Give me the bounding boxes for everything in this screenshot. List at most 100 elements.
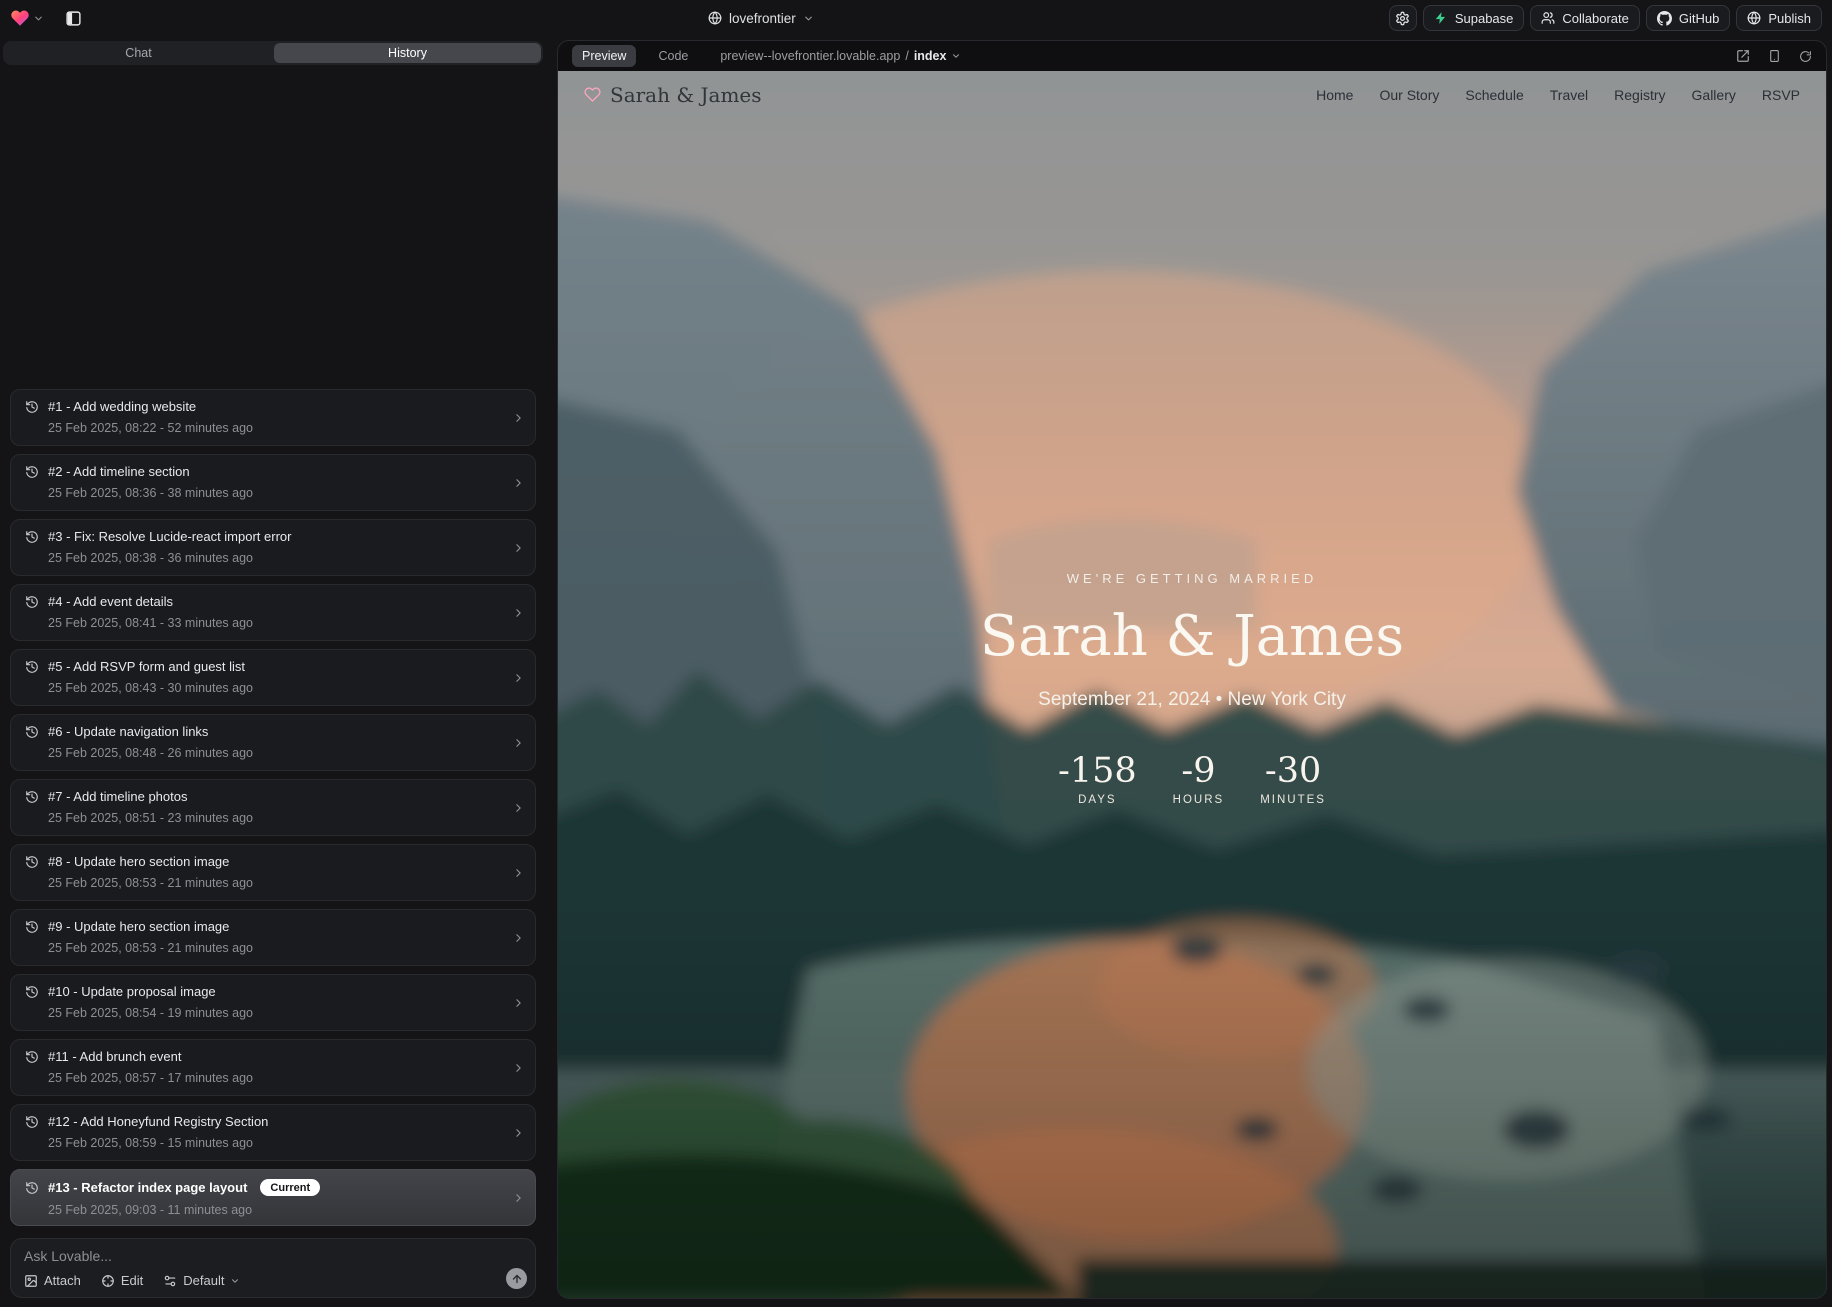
hero-eyebrow: WE'RE GETTING MARRIED [558,571,1826,586]
sidebar-toggle-button[interactable] [60,5,86,31]
chevron-right-icon [512,931,525,944]
history-item-timestamp: 25 Feb 2025, 08:41 - 33 minutes ago [48,616,505,630]
history-item-title: #9 - Update hero section image [48,919,229,934]
countdown-item: -30 MINUTES [1260,751,1326,806]
tab-preview[interactable]: Preview [572,45,636,67]
refresh-button[interactable] [1799,50,1812,63]
site-brand[interactable]: Sarah & James [584,83,762,107]
ask-input[interactable]: Ask Lovable... [24,1248,523,1264]
history-item[interactable]: #4 - Add event details 25 Feb 2025, 08:4… [10,584,536,641]
countdown: -158 DAYS -9 HOURS -30 MINUTES [558,751,1826,806]
history-item[interactable]: #11 - Add brunch event 25 Feb 2025, 08:5… [10,1039,536,1096]
countdown-item: -9 HOURS [1173,751,1225,806]
history-item[interactable]: #7 - Add timeline photos 25 Feb 2025, 08… [10,779,536,836]
history-item[interactable]: #13 - Refactor index page layout Current… [10,1169,536,1226]
history-icon [25,790,39,804]
tab-code[interactable]: Code [648,45,698,67]
edit-button[interactable]: Edit [101,1273,143,1288]
history-item-title: #4 - Add event details [48,594,173,609]
nav-link-registry[interactable]: Registry [1614,87,1665,103]
history-item[interactable]: #3 - Fix: Resolve Lucide-react import er… [10,519,536,576]
history-icon [25,530,39,544]
panel-left-icon [65,10,82,27]
chevron-right-icon [512,411,525,424]
topbar-actions: Supabase Collaborate GitHub Publish [1389,5,1822,31]
history-item[interactable]: #9 - Update hero section image 25 Feb 20… [10,909,536,966]
history-item[interactable]: #1 - Add wedding website 25 Feb 2025, 08… [10,389,536,446]
nav-link-our-story[interactable]: Our Story [1379,87,1439,103]
countdown-label: MINUTES [1260,794,1326,806]
nav-link-gallery[interactable]: Gallery [1692,87,1736,103]
wedding-site-preview: Sarah & James Home Our Story Schedule Trave… [558,71,1826,1298]
history-icon [25,1181,39,1195]
lovable-heart-icon [10,8,30,28]
history-item-timestamp: 25 Feb 2025, 08:22 - 52 minutes ago [48,421,505,435]
logo-menu-chevron-icon[interactable] [33,13,44,24]
collaborate-button[interactable]: Collaborate [1530,5,1640,31]
history-icon [25,660,39,674]
history-item-timestamp: 25 Feb 2025, 08:53 - 21 minutes ago [48,941,505,955]
nav-link-schedule[interactable]: Schedule [1465,87,1523,103]
tab-chat[interactable]: Chat [5,43,272,63]
open-in-new-tab-button[interactable] [1736,49,1750,63]
sliders-icon [163,1274,177,1288]
edit-label: Edit [121,1273,143,1288]
chevron-right-icon [512,671,525,684]
supabase-button[interactable]: Supabase [1423,5,1525,31]
history-item[interactable]: #8 - Update hero section image 25 Feb 20… [10,844,536,901]
project-switcher[interactable]: lovefrontier [708,0,814,36]
nav-link-travel[interactable]: Travel [1550,87,1588,103]
hero-date-location: September 21, 2024 • New York City [558,689,1826,711]
chevron-right-icon [512,1191,525,1204]
mode-select[interactable]: Default [163,1273,240,1288]
lovable-logo[interactable] [10,8,44,28]
history-item-title: #2 - Add timeline section [48,464,190,479]
history-list: #1 - Add wedding website 25 Feb 2025, 08… [10,389,536,1226]
chevron-right-icon [512,801,525,814]
site-nav: Home Our Story Schedule Travel Registry Galle… [1316,87,1800,103]
current-badge: Current [260,1179,320,1196]
chat-history-tabs: Chat History [3,41,543,65]
countdown-value: -158 [1058,751,1137,791]
tab-history[interactable]: History [274,43,541,63]
publish-button[interactable]: Publish [1736,5,1822,31]
github-button[interactable]: GitHub [1646,5,1730,31]
mobile-view-button[interactable] [1768,49,1781,63]
project-name: lovefrontier [729,11,796,26]
history-item[interactable]: #5 - Add RSVP form and guest list 25 Feb… [10,649,536,706]
history-item-timestamp: 25 Feb 2025, 08:36 - 38 minutes ago [48,486,505,500]
site-header: Sarah & James Home Our Story Schedule Trave… [558,71,1826,118]
chevron-down-icon [951,51,961,61]
history-item[interactable]: #6 - Update navigation links 25 Feb 2025… [10,714,536,771]
users-icon [1541,11,1555,25]
preview-url-host: preview--lovefrontier.lovable.app [720,49,900,63]
history-item-title: #5 - Add RSVP form and guest list [48,659,245,674]
history-item-timestamp: 25 Feb 2025, 08:51 - 23 minutes ago [48,811,505,825]
history-item-timestamp: 25 Feb 2025, 08:57 - 17 minutes ago [48,1071,505,1085]
nav-link-home[interactable]: Home [1316,87,1353,103]
history-item[interactable]: #12 - Add Honeyfund Registry Section 25 … [10,1104,536,1161]
chevron-right-icon [512,476,525,489]
preview-url[interactable]: preview--lovefrontier.lovable.app / inde… [720,49,961,63]
history-item-timestamp: 25 Feb 2025, 08:59 - 15 minutes ago [48,1136,505,1150]
history-item-title: #10 - Update proposal image [48,984,216,999]
settings-button[interactable] [1389,5,1417,31]
preview-url-page: index [914,49,947,63]
preview-toolbar: Preview Code preview--lovefrontier.lovab… [558,41,1826,71]
globe-icon [708,11,722,25]
send-button[interactable] [506,1268,527,1289]
sidebar: Chat History #1 - Add wedding website 25… [0,36,546,1307]
history-item-title: #13 - Refactor index page layout [48,1180,247,1195]
history-icon [25,1115,39,1129]
countdown-item: -158 DAYS [1058,751,1137,806]
nav-link-rsvp[interactable]: RSVP [1762,87,1800,103]
chevron-right-icon [512,1061,525,1074]
chevron-right-icon [512,1126,525,1139]
history-item[interactable]: #2 - Add timeline section 25 Feb 2025, 0… [10,454,536,511]
supabase-icon [1434,11,1448,25]
mode-label: Default [183,1273,224,1288]
history-item[interactable]: #10 - Update proposal image 25 Feb 2025,… [10,974,536,1031]
history-item-timestamp: 25 Feb 2025, 08:48 - 26 minutes ago [48,746,505,760]
attach-button[interactable]: Attach [24,1273,81,1288]
github-label: GitHub [1679,11,1719,26]
